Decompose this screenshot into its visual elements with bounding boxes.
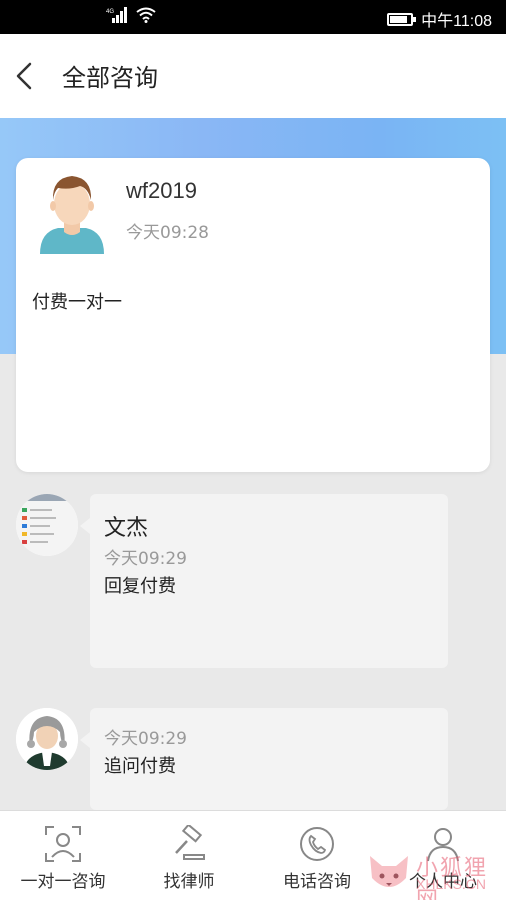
reply-text: 追问付费 — [104, 756, 176, 777]
status-right: 中午11:08 — [387, 7, 492, 31]
face-id-icon — [45, 826, 81, 862]
fox-logo-icon — [370, 856, 408, 887]
back-icon[interactable] — [12, 58, 36, 94]
consultation-content: 付费一对一 — [32, 292, 122, 313]
battery-icon — [387, 12, 417, 26]
status-left: 4G — [106, 7, 156, 23]
reply-text: 回复付费 — [104, 576, 176, 597]
username: wf2019 — [126, 178, 197, 203]
status-bar: 4G 中午11:08 — [0, 0, 506, 34]
consultation-card[interactable]: wf2019 今天09:28 付费一对一 — [16, 158, 490, 472]
status-time: 中午11:08 — [421, 13, 492, 30]
watermark-url: XHLKS.CN — [416, 876, 487, 892]
post-time: 今天09:28 — [126, 223, 209, 243]
header: 全部咨询 — [0, 34, 506, 118]
signal-icon: 4G — [106, 7, 127, 23]
watermark: 小狐狸网 XHLKS.CN — [364, 848, 504, 900]
wifi-icon — [136, 7, 156, 23]
tab-label: 一对一咨询 — [20, 872, 106, 892]
battery-fill — [390, 15, 408, 23]
reply-card[interactable]: 文杰 今天09:29 回复付费 — [80, 494, 448, 668]
lawyer-avatar[interactable] — [16, 708, 78, 770]
user-avatar — [38, 170, 106, 254]
phone-icon — [300, 827, 334, 861]
reply-time: 今天09:29 — [104, 729, 187, 749]
svg-text:4G: 4G — [106, 9, 114, 15]
follow-up-card[interactable]: 今天09:29 追问付费 — [80, 708, 448, 810]
reply-author: 文杰 — [104, 516, 149, 541]
tab-label: 电话咨询 — [283, 872, 351, 892]
page-title: 全部咨询 — [62, 64, 158, 92]
tab-find-lawyer[interactable]: 找律师 — [126, 811, 252, 900]
reply-time: 今天09:29 — [104, 549, 187, 569]
lawyer-avatar[interactable] — [16, 494, 78, 556]
gavel-icon — [175, 825, 205, 860]
watermark-text: 小狐狸网 — [416, 856, 489, 900]
tab-label: 找律师 — [163, 872, 215, 892]
tab-one-on-one[interactable]: 一对一咨询 — [0, 811, 126, 900]
tab-phone-consult[interactable]: 电话咨询 — [254, 811, 380, 900]
